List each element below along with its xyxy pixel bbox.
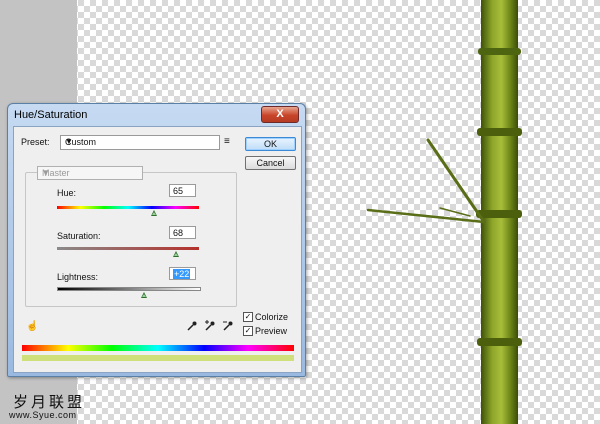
eyedropper-minus-icon[interactable] <box>222 320 234 332</box>
dialog-body: Preset: Custom ▼ ≡ OK Cancel Master ▼ Hu… <box>13 126 302 373</box>
hue-slider-track[interactable] <box>57 206 199 209</box>
eyedropper-plus-icon[interactable] <box>204 320 216 332</box>
lightness-label: Lightness: <box>57 272 99 282</box>
bamboo-branches <box>366 138 486 224</box>
bamboo-stalk <box>476 0 522 424</box>
saturation-input[interactable]: 68 <box>169 226 196 239</box>
colorize-checkbox[interactable]: ✓ <box>243 312 253 322</box>
hue-input[interactable]: 65 <box>169 184 196 197</box>
hue-saturation-dialog: Hue/Saturation X Preset: Custom ▼ ≡ OK C… <box>7 103 306 377</box>
preset-dropdown[interactable]: Custom ▼ <box>60 135 220 150</box>
preset-label: Preset: <box>21 137 50 147</box>
eyedropper-icon[interactable] <box>186 320 198 332</box>
lightness-slider-track[interactable] <box>57 287 201 291</box>
preview-label: Preview <box>255 326 288 336</box>
saturation-slider-track[interactable] <box>57 247 199 250</box>
colorize-label: Colorize <box>255 312 289 322</box>
dialog-title: Hue/Saturation <box>14 109 88 121</box>
output-color-bar <box>22 355 294 361</box>
targeted-adjustment-hand-icon[interactable]: ☝ <box>26 321 38 332</box>
chevron-down-icon: ▼ <box>42 168 50 177</box>
hue-label: Hue: <box>57 188 77 198</box>
saturation-slider-thumb[interactable] <box>173 251 180 257</box>
preview-checkbox[interactable]: ✓ <box>243 326 253 336</box>
dialog-titlebar[interactable]: Hue/Saturation X <box>8 104 305 126</box>
cancel-button[interactable]: Cancel <box>245 156 296 170</box>
chevron-down-icon: ▼ <box>65 137 73 146</box>
saturation-label: Saturation: <box>57 231 101 241</box>
watermark-url: www.Syue.com <box>9 410 77 420</box>
preset-options-icon[interactable]: ≡ <box>224 136 230 147</box>
lightness-input[interactable]: +22 <box>169 267 196 280</box>
hue-slider-thumb[interactable] <box>150 210 157 216</box>
close-button[interactable]: X <box>261 106 299 123</box>
input-color-bar <box>22 345 294 351</box>
ok-button[interactable]: OK <box>245 137 296 151</box>
lightness-slider-thumb[interactable] <box>140 292 147 298</box>
watermark-logo: 岁月联盟 <box>13 393 86 411</box>
channel-dropdown[interactable]: Master ▼ <box>37 166 143 180</box>
